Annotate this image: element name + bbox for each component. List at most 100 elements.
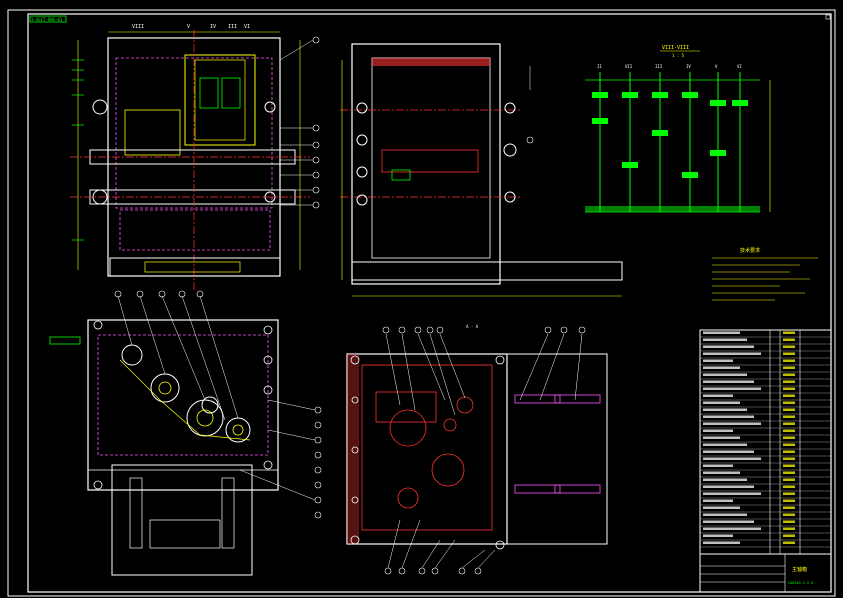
bl-cavity — [97, 334, 269, 456]
front-balloons — [312, 36, 320, 209]
parts-row-material — [783, 387, 795, 390]
bc-bolts — [350, 355, 505, 550]
notes-heading: 技术要求 — [740, 247, 760, 254]
front-base — [109, 257, 281, 277]
parts-row-material — [783, 359, 795, 362]
parts-row-text — [703, 450, 754, 453]
notes-lines — [712, 257, 818, 301]
right-col-balloons — [314, 406, 322, 519]
side-base-extension — [351, 261, 623, 281]
gear-block — [184, 54, 256, 146]
parts-row-material — [783, 485, 795, 488]
parts-row-material — [783, 422, 795, 425]
parts-row-text — [703, 541, 740, 544]
parts-rows — [700, 331, 831, 548]
title-tag: 1-SECT-DWG-01 — [31, 17, 63, 22]
parts-row-text — [703, 366, 740, 369]
parts-row-text — [703, 443, 747, 446]
bl-leaders — [117, 295, 316, 501]
gear-shaft-label: VII — [625, 64, 633, 69]
parts-row-material — [783, 352, 795, 355]
front-leaders — [279, 39, 314, 206]
parts-row-material — [783, 366, 795, 369]
parts-row-text — [703, 499, 733, 502]
title-block-code: CA6140-1.2.5 — [788, 581, 813, 585]
bottom-center-view: A - A — [314, 324, 608, 575]
bottom-left-view — [49, 290, 316, 576]
parts-row-text — [703, 471, 740, 474]
parts-row-material — [783, 492, 795, 495]
gear-train-diagram: VIII-VIII 1 : 5 II VII III IV V VI — [585, 45, 771, 213]
section-cavity — [381, 149, 479, 173]
technical-notes: 技术要求 — [712, 247, 818, 301]
hatch-top — [372, 58, 490, 66]
parts-row-text — [703, 527, 761, 530]
bc-right-body — [506, 353, 608, 545]
parts-row-text — [703, 408, 747, 411]
parts-row-material — [783, 345, 795, 348]
shaft-label: V — [187, 24, 190, 30]
parts-row-text — [703, 338, 747, 341]
parts-row-text — [703, 485, 754, 488]
cad-drawing: 1-SECT-DWG-01 VIII V IV III VI VIII-VIII… — [7, 9, 836, 597]
parts-row-material — [783, 450, 795, 453]
parts-row-material — [783, 401, 795, 404]
cad-drawing-viewport: 1-SECT-DWG-01 VIII V IV III VI VIII-VIII… — [0, 0, 843, 598]
parts-row-text — [703, 506, 740, 509]
shaft-label: IV — [210, 24, 216, 30]
shaft-label: III — [228, 24, 237, 30]
parts-row-material — [783, 408, 795, 411]
title-block: 主轴箱 CA6140-1.2.5 — [699, 553, 832, 593]
parts-row-text — [703, 415, 754, 418]
front-view: VIII V IV III VI — [70, 24, 320, 290]
side-green-tag — [391, 169, 411, 181]
gear-shaft-labels: II VII III IV V VI — [597, 64, 742, 69]
parts-row-text — [703, 345, 754, 348]
bl-balloons — [114, 290, 204, 298]
bolt-head-1 — [92, 99, 108, 115]
bc-slots — [514, 394, 601, 494]
parts-row-text — [703, 464, 733, 467]
gear-shaft-label: II — [597, 64, 602, 69]
parts-row-material — [783, 415, 795, 418]
parts-row-text — [703, 401, 740, 404]
parts-row-material — [783, 436, 795, 439]
parts-row-material — [783, 534, 795, 537]
parts-row-text — [703, 380, 754, 383]
parts-row-text — [703, 373, 747, 376]
parts-row-text — [703, 492, 761, 495]
corner-mark — [825, 14, 831, 20]
parts-row-material — [783, 464, 795, 467]
gear-blocks — [585, 92, 760, 212]
side-balloon — [526, 136, 534, 144]
parts-row-text — [703, 429, 733, 432]
parts-row-material — [783, 331, 795, 334]
front-shaft-labels: VIII V IV III VI — [132, 24, 250, 30]
bc-bottom-balloons — [384, 567, 482, 575]
parts-row-material — [783, 541, 795, 544]
parts-row-text — [703, 352, 761, 355]
bc-block — [375, 391, 437, 423]
parts-list — [699, 329, 832, 555]
front-part-2 — [221, 77, 241, 109]
parts-row-material — [783, 478, 795, 481]
parts-row-material — [783, 471, 795, 474]
section-label: A - A — [466, 324, 479, 329]
parts-row-text — [703, 359, 733, 362]
parts-row-text — [703, 520, 754, 523]
bl-green-tag — [49, 336, 81, 345]
parts-row-text — [703, 534, 733, 537]
gear-diagram-scale: 1 : 5 — [672, 53, 685, 58]
parts-row-material — [783, 443, 795, 446]
parts-row-material — [783, 429, 795, 432]
parts-row-material — [783, 380, 795, 383]
parts-row-material — [783, 457, 795, 460]
parts-row-text — [703, 513, 747, 516]
shaft-label: VIII — [132, 24, 144, 30]
parts-row-text — [703, 436, 740, 439]
side-section-view — [340, 43, 623, 297]
bl-gears — [121, 344, 251, 443]
parts-row-text — [703, 387, 761, 390]
front-left-block — [124, 109, 181, 156]
parts-row-material — [783, 520, 795, 523]
